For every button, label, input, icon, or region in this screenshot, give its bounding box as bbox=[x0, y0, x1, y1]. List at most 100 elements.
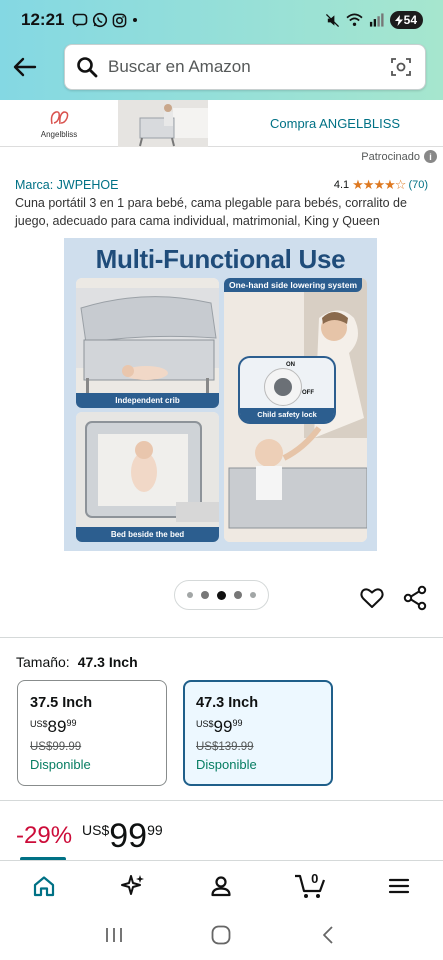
rating-summary[interactable]: 4.1 ★★★★☆ (70) bbox=[334, 177, 428, 193]
status-time: 12:21 bbox=[21, 10, 65, 29]
search-icon bbox=[77, 57, 98, 78]
selected-size-value: 47.3 Inch bbox=[77, 654, 138, 670]
gallery-dots[interactable] bbox=[174, 580, 269, 610]
dot-icon bbox=[133, 18, 138, 22]
image-heading: Multi-Functional Use bbox=[95, 244, 346, 274]
discount-percent: -29% bbox=[16, 822, 73, 849]
knob-on-label: ON bbox=[286, 362, 295, 368]
status-bar: 12:21 54 bbox=[21, 8, 423, 32]
banner-product-image[interactable] bbox=[118, 99, 208, 147]
knob-off-label: OFF bbox=[302, 390, 314, 396]
nav-home[interactable] bbox=[0, 861, 89, 911]
nav-account[interactable] bbox=[177, 861, 266, 911]
search-bar[interactable]: Buscar en Amazon bbox=[64, 44, 426, 90]
back-button-icon[interactable] bbox=[318, 924, 340, 946]
panel-bed-beside-bed: Bed beside the bed bbox=[76, 412, 219, 542]
size-option-name: 37.5 Inch bbox=[30, 695, 93, 711]
brand-link[interactable]: Marca: JWPEHOE bbox=[15, 178, 119, 192]
price-fraction: 99 bbox=[232, 718, 243, 728]
sparkle-icon bbox=[120, 874, 144, 895]
product-image[interactable]: Multi-Functional Use Independent crib Be… bbox=[64, 238, 377, 551]
panel-side-lowering: One-hand side lowering system ON OFF Chi… bbox=[224, 278, 367, 542]
size-option-list-price: US$99.99 bbox=[30, 741, 82, 753]
search-input[interactable]: Buscar en Amazon bbox=[108, 57, 251, 77]
price-whole: 99 bbox=[213, 717, 233, 736]
home-button-icon[interactable] bbox=[210, 924, 232, 946]
main-price: -29% US$ 99 99 bbox=[16, 818, 163, 854]
rating-count[interactable]: (70) bbox=[408, 179, 428, 191]
price-fraction: 99 bbox=[147, 822, 163, 838]
heart-icon[interactable] bbox=[359, 585, 385, 611]
system-nav-bar bbox=[0, 910, 443, 960]
size-option-price: US$ 89 99 bbox=[30, 717, 154, 737]
size-label-text: Tamaño: bbox=[16, 654, 70, 670]
tag-safety-lock: Child safety lock bbox=[240, 408, 334, 422]
instagram-icon bbox=[113, 13, 127, 27]
gallery-dot[interactable] bbox=[250, 592, 256, 598]
section-divider bbox=[0, 637, 443, 638]
battery-indicator: 54 bbox=[389, 11, 423, 29]
shop-brand-link[interactable]: Compra ANGELBLISS bbox=[270, 116, 400, 131]
size-option-availability: Disponible bbox=[30, 757, 91, 772]
charging-icon bbox=[394, 14, 403, 26]
size-option-47-3[interactable]: 47.3 Inch US$ 99 99 US$139.99 Disponible bbox=[183, 680, 333, 786]
cart-count: 0 bbox=[311, 870, 319, 886]
bottom-nav: 0 bbox=[0, 860, 443, 910]
mute-icon bbox=[325, 13, 339, 27]
price-whole: 99 bbox=[109, 817, 148, 855]
back-arrow-icon[interactable] bbox=[12, 54, 38, 80]
crib-photo bbox=[76, 278, 219, 408]
camera-search-icon[interactable] bbox=[389, 55, 413, 79]
cart-icon bbox=[295, 874, 326, 898]
rating-value: 4.1 bbox=[333, 179, 350, 191]
brand-rating-row: Marca: JWPEHOE 4.1 ★★★★☆ (70) bbox=[15, 177, 428, 193]
price-currency: US$ bbox=[30, 719, 48, 729]
signal-icon bbox=[369, 13, 384, 27]
home-icon bbox=[34, 875, 55, 896]
price-currency: US$ bbox=[196, 719, 214, 729]
nav-menu[interactable] bbox=[354, 861, 443, 911]
hamburger-menu-icon bbox=[388, 878, 409, 893]
message-icon bbox=[73, 13, 88, 27]
share-icon[interactable] bbox=[402, 585, 428, 611]
caption-bed-beside-bed: Bed beside the bed bbox=[76, 527, 219, 542]
recent-apps-icon[interactable] bbox=[103, 925, 125, 945]
info-icon[interactable]: i bbox=[424, 150, 437, 163]
size-selector-label: Tamaño: 47.3 Inch bbox=[16, 654, 138, 670]
gallery-dot[interactable] bbox=[234, 591, 242, 599]
price-whole: 89 bbox=[47, 717, 67, 736]
crib-illustration bbox=[118, 99, 208, 147]
caption-independent-crib: Independent crib bbox=[76, 393, 219, 408]
size-option-name: 47.3 Inch bbox=[196, 695, 259, 711]
whatsapp-icon bbox=[93, 12, 108, 28]
angelbliss-logo-icon bbox=[50, 110, 69, 124]
star-rating-icon: ★★★★☆ bbox=[352, 177, 406, 192]
panel-independent-crib: Independent crib bbox=[76, 278, 219, 408]
size-option-37-5[interactable]: 37.5 Inch US$ 89 99 US$99.99 Disponible bbox=[17, 680, 167, 786]
top-header: 12:21 54 Buscar en Amazon bbox=[0, 0, 443, 100]
nav-cart[interactable]: 0 bbox=[266, 861, 355, 911]
battery-level: 54 bbox=[403, 13, 417, 27]
brand-logo[interactable]: Angelbliss bbox=[0, 100, 118, 147]
wifi-icon bbox=[346, 13, 363, 26]
sponsored-label[interactable]: Patrocinado i bbox=[361, 150, 437, 163]
user-icon bbox=[211, 875, 232, 896]
gallery-dot[interactable] bbox=[187, 592, 193, 598]
brand-logo-text: Angelbliss bbox=[40, 129, 78, 139]
safety-lock-inset: ON OFF Child safety lock bbox=[238, 356, 336, 424]
sponsored-brand-banner[interactable]: Angelbliss Compra ANGELBLISS bbox=[0, 99, 443, 147]
size-option-list-price: US$139.99 bbox=[196, 741, 254, 753]
notification-icons bbox=[72, 12, 139, 28]
tag-side-lowering: One-hand side lowering system bbox=[224, 278, 363, 292]
size-option-availability: Disponible bbox=[196, 757, 257, 772]
sponsored-text: Patrocinado bbox=[361, 150, 420, 163]
size-option-price: US$ 99 99 bbox=[196, 717, 320, 737]
product-title[interactable]: Cuna portátil 3 en 1 para bebé, cama ple… bbox=[15, 194, 429, 230]
section-divider bbox=[0, 800, 443, 801]
gallery-dot-active[interactable] bbox=[217, 590, 226, 600]
lock-knob bbox=[264, 368, 302, 406]
nav-rufus-ai[interactable] bbox=[89, 861, 178, 911]
price-fraction: 99 bbox=[66, 718, 77, 728]
gallery-dot[interactable] bbox=[201, 591, 209, 599]
bedside-crib-photo bbox=[76, 412, 219, 542]
